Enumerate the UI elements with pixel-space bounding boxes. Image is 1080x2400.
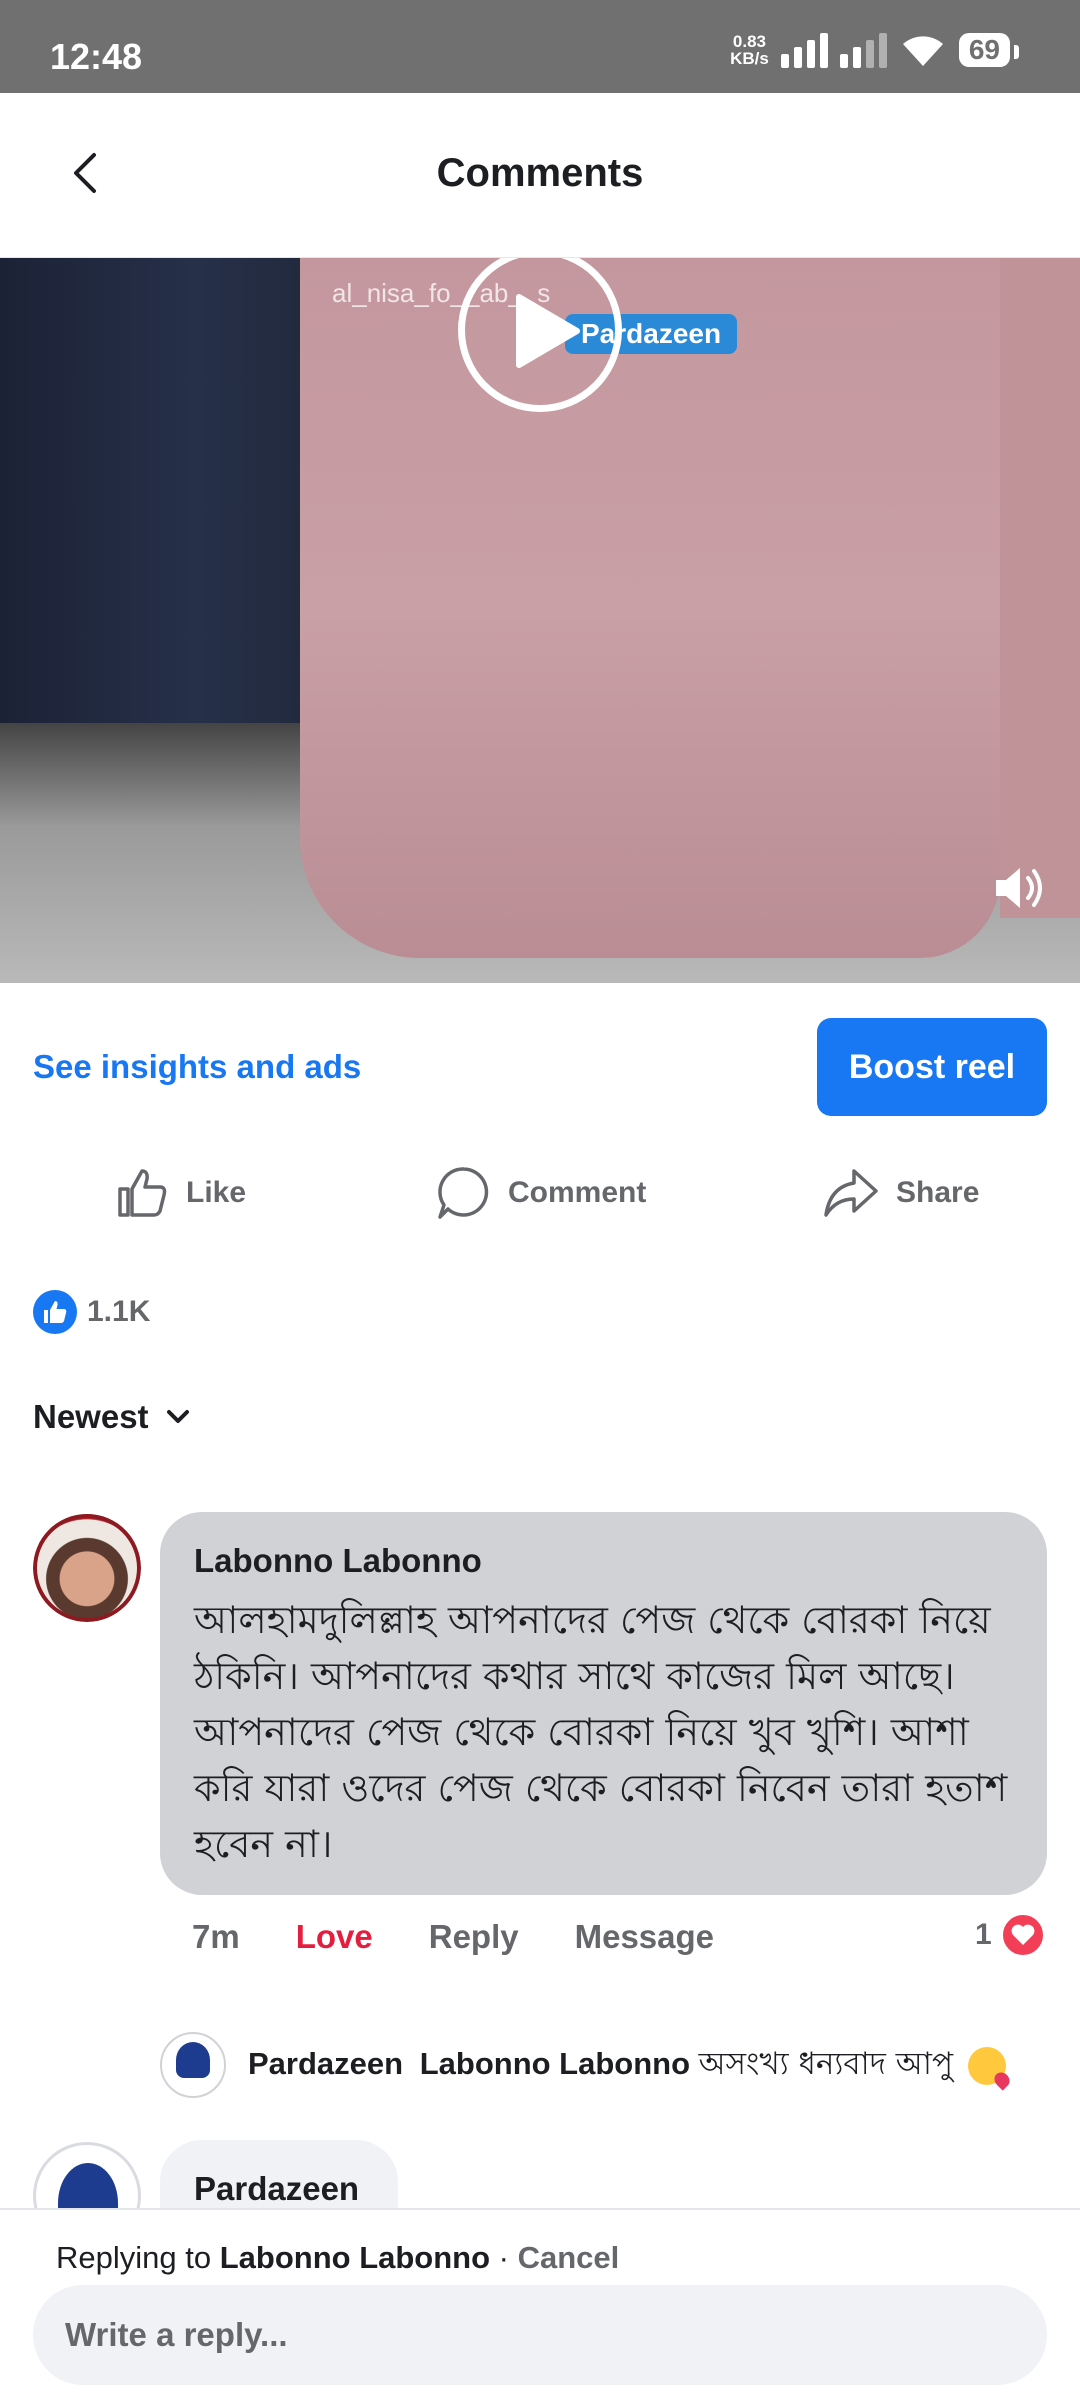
- network-speed-unit: KB/s: [730, 49, 769, 68]
- reply-avatar[interactable]: [160, 2032, 226, 2098]
- status-icons: 0.83 KB/s 69: [730, 28, 1020, 72]
- replying-prefix: Replying to: [56, 2240, 212, 2275]
- smiling-hearts-emoji-icon: [967, 2046, 1006, 2085]
- share-button[interactable]: Share: [822, 1165, 979, 1221]
- share-label: Share: [896, 1176, 980, 1209]
- comment-time: 7m: [192, 1918, 240, 1955]
- love-reaction-button[interactable]: Love: [296, 1918, 373, 1956]
- replying-name: Labonno Labonno: [219, 2240, 491, 2275]
- replying-to-banner: Replying to Labonno Labonno · Cancel: [56, 2240, 619, 2276]
- reply-button[interactable]: Reply: [429, 1918, 519, 1956]
- like-label: Like: [186, 1176, 247, 1209]
- signal-icon: [780, 32, 828, 68]
- heart-icon: [999, 1912, 1046, 1958]
- like-reaction-icon: [33, 1290, 77, 1334]
- reply-author[interactable]: Pardazeen: [248, 2046, 403, 2081]
- battery-icon: 69: [958, 33, 1020, 67]
- sort-dropdown[interactable]: Newest: [33, 1398, 193, 1436]
- network-speed-value: 0.83: [732, 32, 767, 51]
- reply-item[interactable]: Pardazeen Labonno Labonno অসংখ্য ধন্যবাদ…: [248, 2040, 1006, 2092]
- wifi-icon: [902, 36, 943, 66]
- boost-reel-button[interactable]: Boost reel: [817, 1018, 1047, 1116]
- action-bar: Like Comment Share: [0, 1165, 1080, 1237]
- sort-label: Newest: [33, 1398, 149, 1435]
- avatar[interactable]: [33, 1514, 141, 1622]
- reply-input[interactable]: [33, 2285, 1047, 2385]
- reactions-summary[interactable]: 1.1K: [33, 1290, 150, 1334]
- status-bar: 12:48 0.83 KB/s 69: [0, 0, 1080, 93]
- message-button[interactable]: Message: [575, 1918, 714, 1956]
- comment-button[interactable]: Comment: [436, 1165, 646, 1221]
- video-garment-secondary: [1000, 258, 1080, 918]
- comment-author[interactable]: Labonno Labonno: [194, 1542, 1013, 1580]
- reply-composer: Replying to Labonno Labonno · Cancel: [0, 2208, 1080, 2400]
- header: Comments: [0, 93, 1080, 258]
- comment-icon: [438, 1167, 489, 1219]
- status-time: 12:48: [50, 36, 143, 77]
- comment-author[interactable]: Pardazeen: [194, 2170, 364, 2208]
- replying-separator: ·: [490, 2240, 518, 2275]
- comment-bubble[interactable]: Labonno Labonno আলহামদুলিল্লাহ আপনাদের প…: [160, 1512, 1047, 1895]
- comment-reaction-count[interactable]: 1: [975, 1912, 1046, 1958]
- comment-text: আলহামদুলিল্লাহ আপনাদের পেজ থেকে বোরকা নি…: [194, 1598, 1008, 1866]
- comment-meta: 7m Love Reply Message: [192, 1918, 714, 1956]
- like-button[interactable]: Like: [114, 1165, 246, 1221]
- comment-label: Comment: [508, 1176, 647, 1209]
- reply-mention[interactable]: Labonno Labonno: [420, 2046, 690, 2081]
- page-title: Comments: [436, 151, 644, 195]
- share-icon: [824, 1169, 878, 1217]
- reaction-count: 1.1K: [87, 1295, 151, 1328]
- video-garment: [300, 258, 1000, 958]
- network-speed: 0.83 KB/s: [730, 33, 769, 67]
- play-icon: [516, 294, 580, 368]
- see-insights-link[interactable]: See insights and ads: [33, 1048, 361, 1086]
- speaker-icon: [996, 868, 1042, 908]
- chevron-down-icon: [166, 1410, 189, 1423]
- cancel-reply-button[interactable]: Cancel: [518, 2240, 620, 2275]
- signal-secondary-icon: [839, 32, 887, 68]
- reply-text: অসংখ্য ধন্যবাদ আপু: [698, 2046, 953, 2082]
- comment-reaction-number: 1: [975, 1918, 992, 1951]
- volume-button[interactable]: [990, 858, 1050, 918]
- reel-video[interactable]: al_nisa_fo__ab__s Pardazeen: [0, 258, 1080, 983]
- thumbs-up-icon: [118, 1169, 167, 1217]
